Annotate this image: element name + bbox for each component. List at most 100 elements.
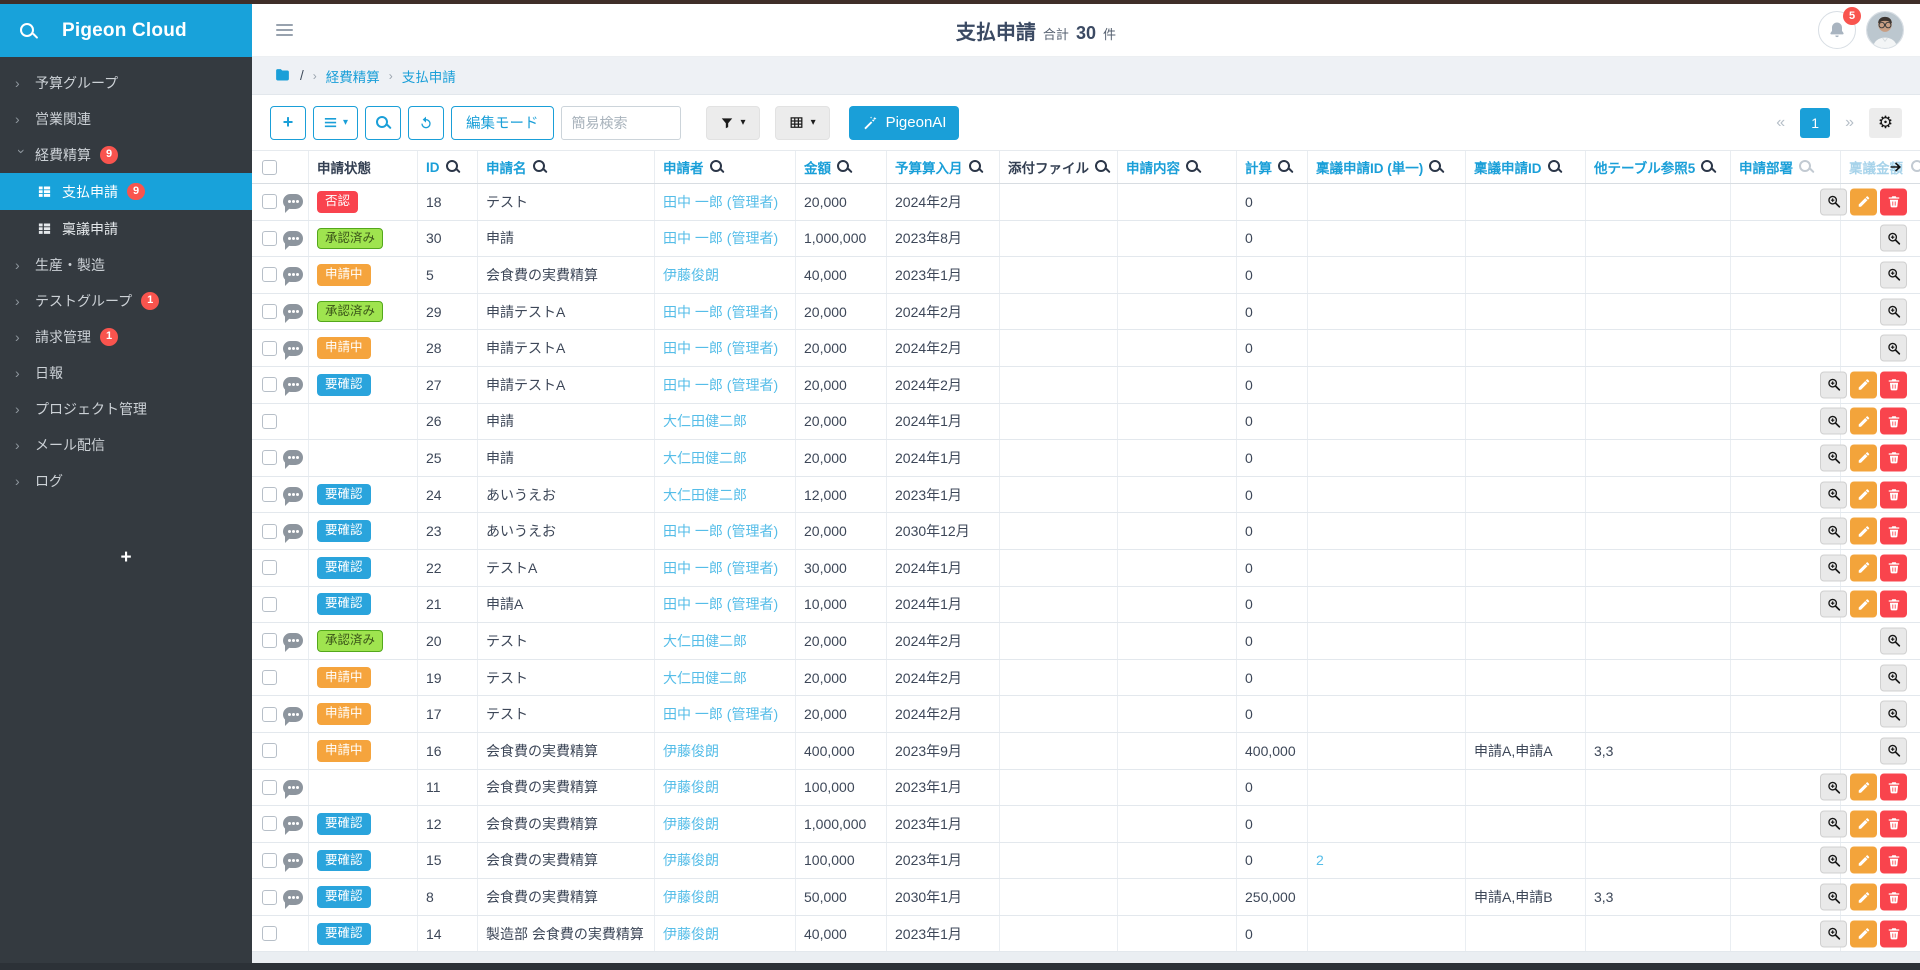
breadcrumb-root[interactable]: / [300, 68, 304, 83]
comment-icon[interactable] [283, 304, 303, 319]
column-header-name[interactable]: 申請名 [478, 151, 655, 183]
comment-icon[interactable] [283, 707, 303, 722]
list-menu-button[interactable]: ▾ [313, 106, 358, 140]
view-button[interactable] [1880, 701, 1907, 728]
pigeon-ai-button[interactable]: PigeonAI [849, 106, 960, 140]
row-checkbox[interactable] [262, 560, 277, 575]
select-all-checkbox[interactable] [262, 160, 277, 175]
edit-button[interactable] [1850, 444, 1877, 471]
view-button[interactable] [1820, 591, 1847, 618]
comment-icon[interactable] [283, 633, 303, 648]
view-button[interactable] [1880, 664, 1907, 691]
view-button[interactable] [1820, 188, 1847, 215]
add-record-button[interactable]: + [270, 106, 306, 140]
applicant-cell[interactable]: 伊藤俊朗 [655, 916, 796, 952]
column-header-month[interactable]: 予算算入月 [887, 151, 1000, 183]
comment-icon[interactable] [283, 816, 303, 831]
row-checkbox[interactable] [262, 304, 277, 319]
delete-button[interactable] [1880, 591, 1907, 618]
column-header-amount[interactable]: 金額 [796, 151, 887, 183]
applicant-cell[interactable]: 伊藤俊朗 [655, 879, 796, 915]
sidebar-add-button[interactable]: + [0, 547, 252, 569]
delete-button[interactable] [1880, 444, 1907, 471]
comment-icon[interactable] [283, 853, 303, 868]
view-button[interactable] [1880, 335, 1907, 362]
view-button[interactable] [1820, 884, 1847, 911]
sidebar-item-10[interactable]: ›メール配信 [0, 427, 252, 463]
view-button[interactable] [1880, 627, 1907, 654]
sidebar-item-1[interactable]: ›営業関連 [0, 101, 252, 137]
view-button[interactable] [1820, 371, 1847, 398]
column-search-icon[interactable] [1548, 160, 1562, 174]
column-search-icon[interactable] [1701, 160, 1715, 174]
row-checkbox[interactable] [262, 524, 277, 539]
column-search-icon[interactable] [446, 160, 460, 174]
edit-button[interactable] [1850, 591, 1877, 618]
row-checkbox[interactable] [262, 743, 277, 758]
sidebar-item-4[interactable]: 稟議申請 [0, 210, 252, 247]
hamburger-menu-icon[interactable] [276, 24, 293, 36]
edit-mode-button[interactable]: 編集モード [451, 106, 554, 140]
column-header-other5[interactable]: 他テーブル参照5 [1586, 151, 1731, 183]
edit-button[interactable] [1850, 408, 1877, 435]
ringi_single-cell[interactable]: 2 [1308, 843, 1466, 879]
row-checkbox[interactable] [262, 267, 277, 282]
comment-icon[interactable] [283, 450, 303, 465]
comment-icon[interactable] [283, 231, 303, 246]
applicant-cell[interactable]: 伊藤俊朗 [655, 843, 796, 879]
delete-button[interactable] [1880, 774, 1907, 801]
delete-button[interactable] [1880, 554, 1907, 581]
scroll-right-indicator[interactable] [1888, 159, 1904, 175]
row-checkbox[interactable] [262, 487, 277, 502]
column-search-icon[interactable] [1799, 160, 1813, 174]
view-button[interactable] [1820, 518, 1847, 545]
column-header-content[interactable]: 申請内容 [1118, 151, 1237, 183]
row-checkbox[interactable] [262, 707, 277, 722]
applicant-cell[interactable]: 大仁田健二郎 [655, 404, 796, 440]
edit-button[interactable] [1850, 554, 1877, 581]
comment-icon[interactable] [283, 377, 303, 392]
column-search-icon[interactable] [1911, 160, 1920, 174]
sidebar-item-9[interactable]: ›プロジェクト管理 [0, 391, 252, 427]
comment-icon[interactable] [283, 524, 303, 539]
column-search-icon[interactable] [1095, 160, 1109, 174]
delete-button[interactable] [1880, 481, 1907, 508]
view-button[interactable] [1880, 225, 1907, 252]
sidebar-search-icon[interactable] [20, 23, 36, 39]
row-checkbox[interactable] [262, 670, 277, 685]
applicant-cell[interactable]: 伊藤俊朗 [655, 257, 796, 293]
view-button[interactable] [1820, 408, 1847, 435]
scroll-right-arrow-icon[interactable] [1888, 159, 1904, 175]
applicant-cell[interactable]: 田中 一郎 (管理者) [655, 550, 796, 586]
column-header-calc[interactable]: 計算 [1237, 151, 1308, 183]
view-button[interactable] [1820, 774, 1847, 801]
sidebar-item-7[interactable]: ›請求管理1 [0, 319, 252, 355]
column-settings-button[interactable]: ▾ [775, 106, 830, 140]
edit-button[interactable] [1850, 847, 1877, 874]
view-button[interactable] [1820, 847, 1847, 874]
applicant-cell[interactable]: 大仁田健二郎 [655, 660, 796, 696]
column-header-ringi[interactable]: 稟議申請ID [1466, 151, 1586, 183]
column-search-icon[interactable] [710, 160, 724, 174]
edit-button[interactable] [1850, 774, 1877, 801]
row-checkbox[interactable] [262, 450, 277, 465]
view-button[interactable] [1880, 737, 1907, 764]
applicant-cell[interactable]: 大仁田健二郎 [655, 477, 796, 513]
sidebar-item-3[interactable]: 支払申請9 [0, 173, 252, 210]
delete-button[interactable] [1880, 920, 1907, 947]
table-settings-button[interactable]: ⚙ [1869, 108, 1902, 138]
applicant-cell[interactable]: 田中 一郎 (管理者) [655, 696, 796, 732]
column-header-applicant[interactable]: 申請者 [655, 151, 796, 183]
column-header-ringi_single[interactable]: 稟議申請ID (単一) [1308, 151, 1466, 183]
applicant-cell[interactable]: 伊藤俊朗 [655, 806, 796, 842]
column-search-icon[interactable] [969, 160, 983, 174]
folder-icon[interactable] [274, 67, 291, 84]
search-button[interactable] [365, 106, 401, 140]
breadcrumb-link-current[interactable]: 支払申請 [402, 66, 456, 86]
comment-icon[interactable] [283, 267, 303, 282]
column-search-icon[interactable] [533, 160, 547, 174]
page-current[interactable]: 1 [1800, 108, 1830, 138]
delete-button[interactable] [1880, 188, 1907, 215]
delete-button[interactable] [1880, 810, 1907, 837]
applicant-cell[interactable]: 伊藤俊朗 [655, 770, 796, 806]
